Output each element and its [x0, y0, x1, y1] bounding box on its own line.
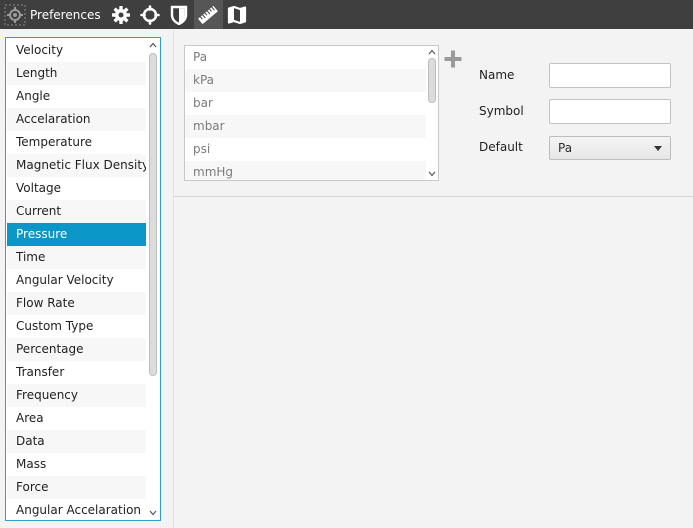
default-label: Default	[479, 140, 523, 154]
unit-type-item[interactable]: Time	[7, 246, 146, 269]
symbol-label: Symbol	[479, 104, 524, 118]
unit-type-item[interactable]: Force	[7, 476, 146, 499]
default-unit-value: Pa	[558, 141, 573, 155]
ruler-icon	[198, 5, 218, 24]
settings-tab[interactable]	[107, 0, 136, 29]
preferences-title: Preferences	[30, 7, 101, 22]
unit-type-item[interactable]: Current	[7, 200, 146, 223]
unit-type-item[interactable]: Voltage	[7, 177, 146, 200]
plus-icon	[444, 50, 462, 68]
unit-items: Pa kPa bar mbar psi mmHg	[185, 46, 426, 180]
unit-item[interactable]: mbar	[185, 115, 426, 138]
unit-type-item[interactable]: Flow Rate	[7, 292, 146, 315]
unit-type-item[interactable]: Accelaration	[7, 108, 146, 131]
unit-type-item[interactable]: Velocity	[7, 39, 146, 62]
scroll-down-icon[interactable]	[147, 507, 159, 519]
unit-type-item[interactable]: Temperature	[7, 131, 146, 154]
unit-item[interactable]: kPa	[185, 69, 426, 92]
editor-divider	[174, 196, 693, 197]
unit-type-item[interactable]: Angle	[7, 85, 146, 108]
map-icon	[227, 5, 247, 24]
units-tab[interactable]	[193, 0, 223, 29]
scroll-up-icon[interactable]	[147, 39, 159, 51]
unit-type-item[interactable]: Percentage	[7, 338, 146, 361]
preferences-logo-icon	[0, 0, 29, 29]
scroll-up-icon[interactable]	[426, 46, 438, 58]
symbol-input[interactable]	[549, 99, 671, 124]
map-tab[interactable]	[223, 0, 252, 29]
unit-type-items: Velocity Length Angle Accelaration Temperatu…	[7, 39, 146, 519]
unit-type-item[interactable]: Transfer	[7, 361, 146, 384]
default-unit-select[interactable]: Pa	[549, 136, 671, 160]
toolbar: Preferences	[0, 0, 693, 29]
unit-type-list[interactable]: Velocity Length Angle Accelaration Temperatu…	[5, 37, 161, 521]
unit-item[interactable]: bar	[185, 92, 426, 115]
unit-type-item[interactable]: Length	[7, 62, 146, 85]
unit-type-item[interactable]: Angular Velocity	[7, 269, 146, 292]
unit-item[interactable]: psi	[185, 138, 426, 161]
target-tab[interactable]	[136, 0, 165, 29]
gear-icon	[112, 5, 131, 24]
unit-type-item[interactable]: Custom Type	[7, 315, 146, 338]
crosshair-icon	[140, 4, 160, 25]
unit-type-scrollbar[interactable]	[147, 39, 159, 519]
unit-list[interactable]: Pa kPa bar mbar psi mmHg	[184, 45, 439, 181]
unit-item[interactable]: mmHg	[185, 161, 426, 180]
scroll-thumb[interactable]	[428, 58, 436, 103]
name-label: Name	[479, 68, 515, 82]
scroll-thumb[interactable]	[149, 53, 157, 376]
unit-type-item[interactable]: Area	[7, 407, 146, 430]
unit-type-item[interactable]: Angular Accelaration	[7, 499, 146, 519]
unit-type-item[interactable]: Data	[7, 430, 146, 453]
unit-list-scrollbar[interactable]	[426, 46, 438, 180]
unit-type-item[interactable]: Magnetic Flux Density	[7, 154, 146, 177]
add-unit-button[interactable]	[444, 50, 462, 68]
security-tab[interactable]	[165, 0, 194, 29]
chevron-down-icon	[654, 146, 662, 151]
scroll-down-icon[interactable]	[426, 168, 438, 180]
unit-type-item[interactable]: Pressure	[7, 223, 146, 246]
unit-type-item[interactable]: Mass	[7, 453, 146, 476]
shield-icon	[170, 5, 188, 25]
unit-item[interactable]: Pa	[185, 46, 426, 69]
unit-type-item[interactable]: Frequency	[7, 384, 146, 407]
name-input[interactable]	[549, 63, 671, 88]
